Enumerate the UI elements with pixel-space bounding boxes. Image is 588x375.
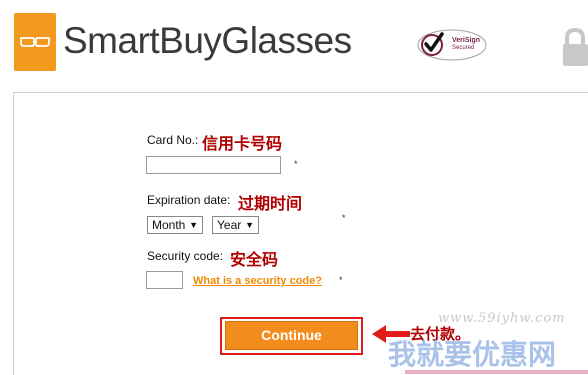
year-select[interactable]: Year ▼ <box>212 216 259 234</box>
card-number-input[interactable] <box>146 156 281 174</box>
site-header: SmartBuyGlasses VeriSign Secured <box>0 0 588 92</box>
expiration-date-label: Expiration date: <box>147 193 231 207</box>
required-mark: * <box>342 213 346 223</box>
security-code-label-cn: 安全码 <box>230 250 279 269</box>
continue-button[interactable]: Continue <box>225 321 358 350</box>
security-code-help-link[interactable]: What is a security code? <box>193 275 322 287</box>
security-code-label: Security code: <box>147 249 224 263</box>
month-select-value: Month <box>152 218 186 232</box>
month-select[interactable]: Month ▼ <box>147 216 203 234</box>
logo-icon-box[interactable] <box>14 13 56 71</box>
required-mark: * <box>294 159 298 169</box>
watermark-text-cn: 我就要优惠网 <box>388 338 557 371</box>
security-code-input[interactable] <box>146 271 183 289</box>
card-number-label: Card No.: <box>147 133 199 147</box>
dropdown-arrow-icon: ▼ <box>245 220 254 230</box>
glasses-logo-icon <box>20 37 50 47</box>
logo-wordmark[interactable]: SmartBuyGlasses <box>63 22 352 59</box>
watermark-bar <box>405 370 588 374</box>
dropdown-arrow-icon: ▼ <box>189 220 198 230</box>
verisign-seal-subtitle: Secured <box>452 45 475 51</box>
required-mark: * <box>339 275 343 285</box>
verisign-seal-title: VeriSign <box>452 37 481 44</box>
year-select-value: Year <box>217 218 242 232</box>
card-number-label-cn: 信用卡号码 <box>202 134 283 153</box>
lock-icon <box>563 28 588 66</box>
expiration-date-label-cn: 过期时间 <box>238 194 303 213</box>
